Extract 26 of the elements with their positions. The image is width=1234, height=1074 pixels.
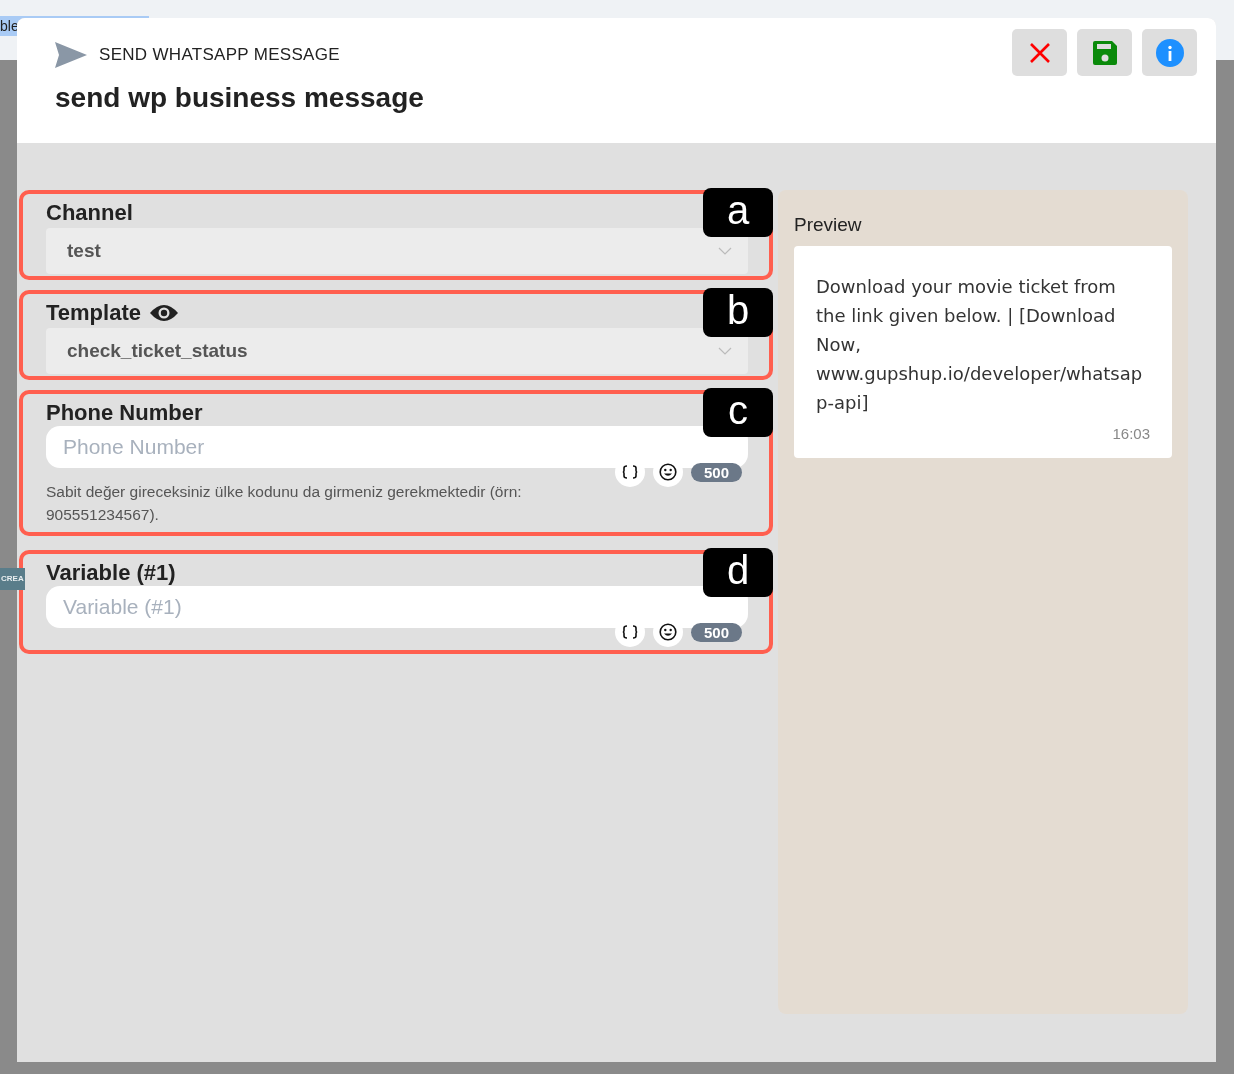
field-label: Phone Number [46, 400, 203, 426]
field-label: Variable (#1) [46, 560, 176, 586]
close-button[interactable] [1012, 29, 1067, 76]
select-field[interactable]: check_ticket_status [46, 328, 748, 374]
preview-label: Preview [794, 214, 863, 236]
message-text: Download your movie ticket from the link given below. | [Download Now, www.gupshup.io/developer/whatsapp-api] [816, 275, 1144, 415]
annotation-label: b [703, 288, 773, 337]
message-time: 16:03 [1111, 425, 1150, 442]
input-field[interactable]: Variable (#1) [46, 586, 748, 628]
field-label: Channel [46, 200, 133, 226]
background-button[interactable]: CREA [0, 568, 25, 590]
chevron-down-icon [718, 247, 732, 255]
info-button[interactable] [1142, 29, 1197, 76]
field-hint: Sabit değer gireceksiniz ülke kodunu da girmeniz gerekmektedir (örn: 905551234567). [46, 482, 523, 525]
save-button[interactable] [1077, 29, 1132, 76]
field-label: Template [46, 300, 141, 326]
input-field[interactable]: Phone Number [46, 426, 748, 468]
close-icon [1027, 40, 1052, 65]
dialog-kind-label: SEND WHATSAPP MESSAGE [99, 45, 340, 65]
send-icon [55, 42, 87, 68]
annotation-label: a [703, 188, 773, 237]
eye-icon[interactable] [148, 303, 179, 323]
select-field[interactable]: test [46, 228, 748, 274]
info-icon [1155, 38, 1184, 67]
chevron-down-icon [718, 347, 732, 355]
dialog-title: send wp business message [55, 82, 424, 114]
